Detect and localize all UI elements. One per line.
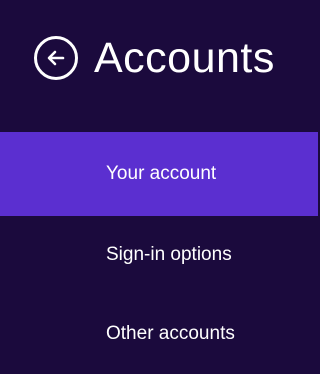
- back-arrow-icon: [47, 50, 65, 66]
- nav-item-other-accounts[interactable]: Other accounts: [0, 294, 318, 374]
- header: Accounts: [34, 28, 275, 88]
- accounts-panel: Accounts Your account Sign-in options Ot…: [0, 0, 318, 349]
- nav-item-your-account[interactable]: Your account: [0, 132, 318, 216]
- nav-item-sign-in-options[interactable]: Sign-in options: [0, 216, 318, 294]
- settings-nav: Your account Sign-in options Other accou…: [0, 132, 318, 374]
- nav-item-label: Sign-in options: [106, 244, 232, 265]
- nav-item-label: Other accounts: [106, 323, 235, 344]
- page-title: Accounts: [94, 33, 275, 82]
- nav-item-label: Your account: [106, 163, 217, 184]
- back-button[interactable]: [34, 36, 78, 80]
